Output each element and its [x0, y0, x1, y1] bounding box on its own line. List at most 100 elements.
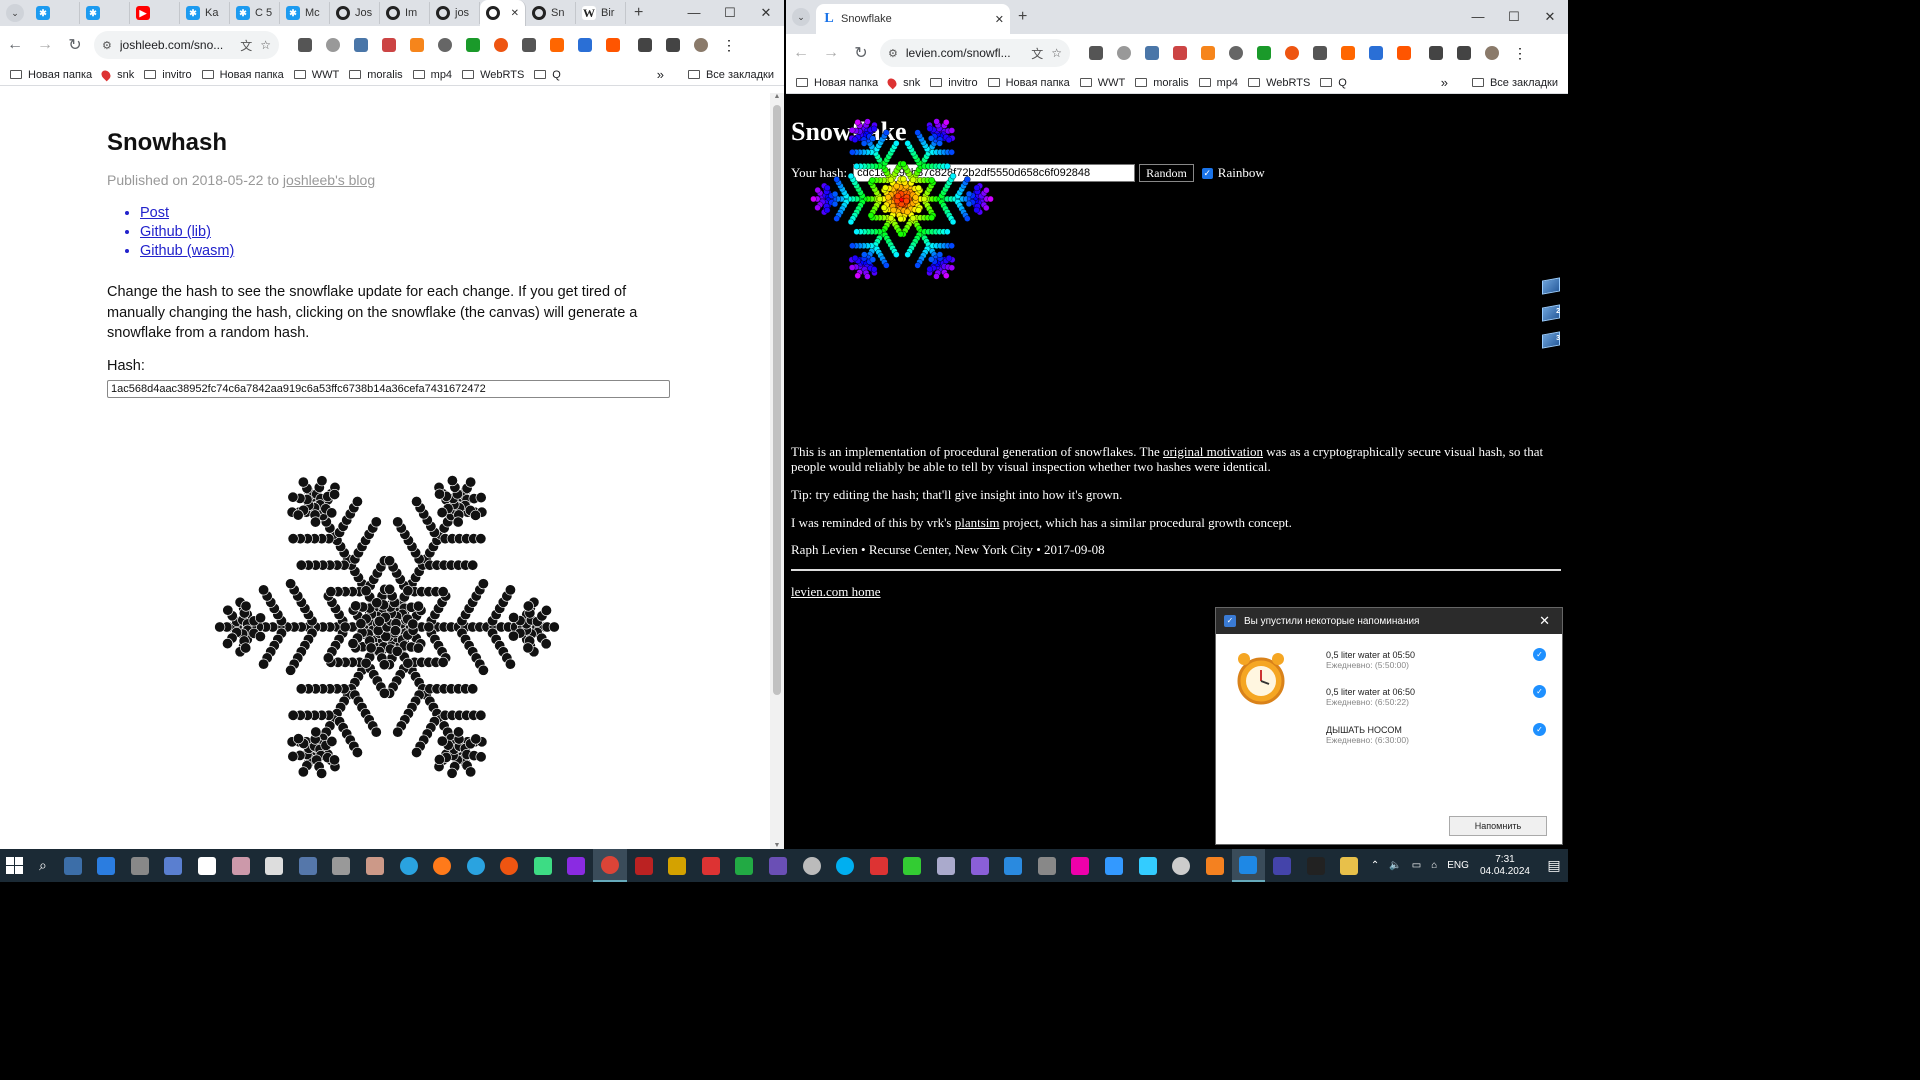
chip-icon[interactable]	[1030, 849, 1064, 882]
ai-ext-icon[interactable]	[1392, 45, 1416, 61]
filezilla-icon[interactable]	[627, 849, 661, 882]
done-check-icon[interactable]: ✓	[1533, 685, 1546, 698]
virtual-desktop-3-icon[interactable]: 3	[1542, 331, 1562, 349]
tab[interactable]: ✱ Mc	[280, 2, 330, 24]
visualstudio-icon[interactable]	[963, 849, 997, 882]
tab-search-button[interactable]: ⌄	[792, 8, 810, 26]
minimize-button[interactable]: —	[676, 5, 712, 21]
scroll-up-arrow[interactable]: ▲	[770, 93, 784, 100]
network-tool-icon[interactable]	[157, 849, 191, 882]
globe-ext-icon[interactable]	[1112, 45, 1136, 61]
xmind-icon[interactable]	[896, 849, 930, 882]
cloud-app-icon[interactable]	[1097, 849, 1131, 882]
download-arrow-ext-icon[interactable]	[461, 37, 485, 53]
steam-icon[interactable]	[795, 849, 829, 882]
new-tab-button[interactable]: +	[634, 4, 643, 22]
plantsim-link[interactable]: plantsim	[955, 515, 1000, 530]
scrollbar[interactable]: ▲ ▼	[770, 93, 784, 849]
close-tab-icon[interactable]: ✕	[995, 13, 1004, 26]
new-tab-button[interactable]: +	[1018, 8, 1027, 26]
github-wasm-link[interactable]: Github (wasm)	[140, 243, 234, 259]
all-bookmarks-button[interactable]: Все закладки	[1471, 77, 1558, 89]
task-view-icon[interactable]	[56, 849, 89, 882]
vpn-icon[interactable]	[929, 849, 963, 882]
translate-icon[interactable]: 文	[240, 37, 252, 54]
tab[interactable]: ▶	[130, 2, 180, 24]
avatar[interactable]	[1480, 45, 1504, 61]
reminder-item[interactable]: ДЫШАТЬ НОСОМ Ежедневно: (6:30:00)	[1326, 725, 1409, 745]
bookmark-6[interactable]: mp4	[412, 69, 452, 81]
link-ext-icon[interactable]	[377, 37, 401, 53]
calculator-icon[interactable]	[291, 849, 325, 882]
windsurf-icon[interactable]	[1131, 849, 1165, 882]
bookmark-0[interactable]: Новая папка	[796, 77, 878, 89]
battery-icon[interactable]: ▭	[1412, 860, 1421, 871]
github-lib-link[interactable]: Github (lib)	[140, 224, 211, 240]
bookmark-2[interactable]: invitro	[930, 77, 978, 89]
notification-center-icon[interactable]: ▤	[1540, 857, 1568, 874]
back-button[interactable]: ←	[0, 36, 30, 54]
link-ext-icon[interactable]	[1168, 45, 1192, 61]
reload-button[interactable]: ↻	[60, 35, 90, 55]
metamask-ext-icon[interactable]	[405, 37, 429, 53]
back-button[interactable]: ←	[786, 44, 816, 62]
file-explorer-icon[interactable]	[89, 849, 123, 882]
slack-icon[interactable]	[1064, 849, 1098, 882]
done-check-icon[interactable]: ✓	[1533, 648, 1546, 661]
todo-check-icon[interactable]	[1231, 849, 1266, 882]
bookmark-4[interactable]: WWT	[1079, 77, 1125, 89]
reload-button[interactable]: ↻	[846, 43, 876, 63]
tab[interactable]: ✱ Ka	[180, 2, 230, 24]
import-ext-icon[interactable]	[573, 37, 597, 53]
terminal-icon[interactable]	[728, 849, 762, 882]
rainbow-snowflake-canvas[interactable]	[809, 104, 995, 294]
bookmark-3[interactable]: Новая папка	[201, 69, 284, 81]
phpstorm-icon[interactable]	[560, 849, 594, 882]
all-bookmarks-button[interactable]: Все закладки	[687, 69, 774, 81]
tab[interactable]: Sn	[526, 2, 576, 24]
metamask-ext-icon[interactable]	[1196, 45, 1220, 61]
tab[interactable]: jos	[430, 2, 480, 24]
vscode-icon[interactable]	[996, 849, 1030, 882]
sidepanel-icon[interactable]	[1452, 45, 1476, 61]
done-check-icon[interactable]: ✓	[1533, 723, 1546, 736]
obs-icon[interactable]	[761, 849, 795, 882]
address-bar[interactable]: ⚙ levien.com/snowfl... 文 ☆	[880, 39, 1070, 67]
tray-overflow-icon[interactable]: ⌃	[1371, 860, 1379, 871]
virtual-desktop-1-icon[interactable]	[1542, 277, 1562, 295]
reminder-item[interactable]: 0,5 liter water at 05:50 Ежедневно: (5:50…	[1326, 650, 1415, 670]
cube-app-icon[interactable]	[660, 849, 694, 882]
screenshot-ext-icon[interactable]	[1084, 45, 1108, 61]
screenshot-ext-icon[interactable]	[293, 37, 317, 53]
avatar[interactable]	[689, 37, 713, 53]
scroll-down-arrow[interactable]: ▼	[770, 842, 784, 849]
tab[interactable]: Jos	[330, 2, 380, 24]
opera-icon[interactable]	[492, 849, 526, 882]
rainbow-checkbox[interactable]: ✓	[1201, 167, 1213, 179]
tab[interactable]: ✱	[80, 2, 130, 24]
close-window-button[interactable]: ✕	[748, 5, 784, 21]
menu-dots-icon[interactable]: ⋮	[1508, 45, 1532, 61]
search-icon[interactable]: ⌕	[29, 849, 56, 882]
import-ext-icon[interactable]	[1364, 45, 1388, 61]
android-studio-icon[interactable]	[526, 849, 560, 882]
random-button[interactable]: Random	[1139, 164, 1194, 182]
minimize-button[interactable]: —	[1460, 9, 1496, 25]
gear-ext-icon[interactable]	[1224, 45, 1248, 61]
snowflake-canvas[interactable]	[207, 432, 567, 822]
maximize-button[interactable]: ☐	[1496, 9, 1532, 25]
menu-dots-icon[interactable]: ⋮	[717, 37, 741, 53]
pen-tool-icon[interactable]	[325, 849, 359, 882]
download-arrow-ext-icon[interactable]	[1252, 45, 1276, 61]
vk-ext-icon[interactable]	[349, 37, 373, 53]
glary-icon[interactable]	[257, 849, 291, 882]
notepad-icon[interactable]	[224, 849, 258, 882]
virtual-desktop-2-icon[interactable]: 2	[1542, 304, 1562, 322]
tab[interactable]: Im	[380, 2, 430, 24]
globe-ext-icon[interactable]	[321, 37, 345, 53]
bookmark-8[interactable]: Q	[534, 69, 561, 81]
tab-search-button[interactable]: ⌄	[6, 4, 24, 22]
remind-button[interactable]: Напомнить	[1449, 816, 1547, 836]
original-motivation-link[interactable]: original motivation	[1163, 444, 1263, 459]
bookmark-3[interactable]: Новая папка	[987, 77, 1070, 89]
